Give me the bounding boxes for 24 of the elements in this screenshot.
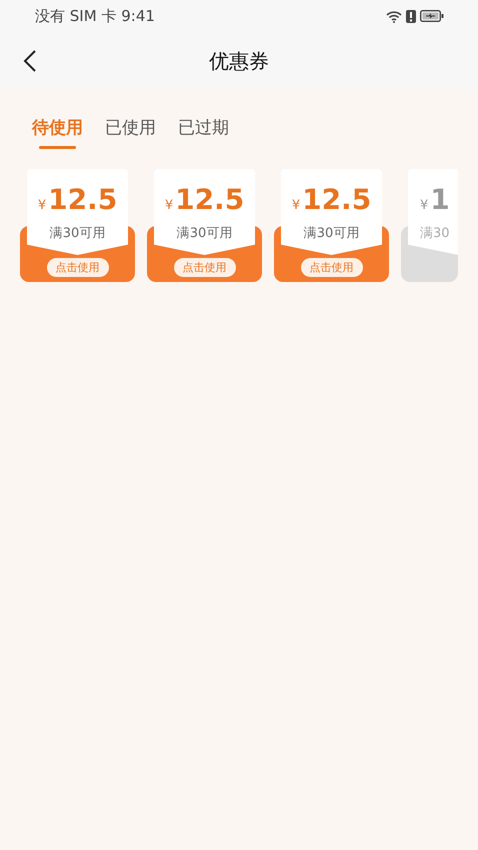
- use-button[interactable]: 点击使用: [46, 258, 108, 277]
- coupon-amount: 12.5: [175, 183, 244, 216]
- coupon-tab[interactable]: 待使用: [32, 116, 83, 149]
- wifi-icon: [386, 10, 402, 22]
- currency-symbol: ¥: [38, 198, 46, 213]
- coupon-condition: 满30可用: [50, 225, 106, 242]
- coupon-tab[interactable]: 已过期: [178, 116, 229, 149]
- coupon-tab[interactable]: 已使用: [105, 116, 156, 149]
- coupon-amount: 12.5: [302, 183, 372, 216]
- use-button[interactable]: 点击使用: [300, 258, 362, 277]
- alert-icon: [406, 10, 416, 22]
- status-carrier-time: 没有 SIM 卡 9:41: [35, 6, 155, 26]
- coupon-amount: 1: [430, 183, 450, 216]
- currency-symbol: ¥: [164, 198, 174, 213]
- currency-symbol: ¥: [420, 198, 428, 213]
- coupon-amount: 12.5: [48, 183, 118, 216]
- use-button[interactable]: 点击使用: [174, 258, 236, 277]
- coupon-condition: 满30: [420, 225, 450, 242]
- coupon-condition: 满30可用: [304, 225, 360, 242]
- currency-symbol: ¥: [292, 198, 300, 213]
- battery-icon: [420, 10, 444, 22]
- back-icon: [23, 49, 37, 73]
- page-title: 优惠券: [209, 48, 269, 74]
- coupon-condition: 满30可用: [176, 225, 232, 242]
